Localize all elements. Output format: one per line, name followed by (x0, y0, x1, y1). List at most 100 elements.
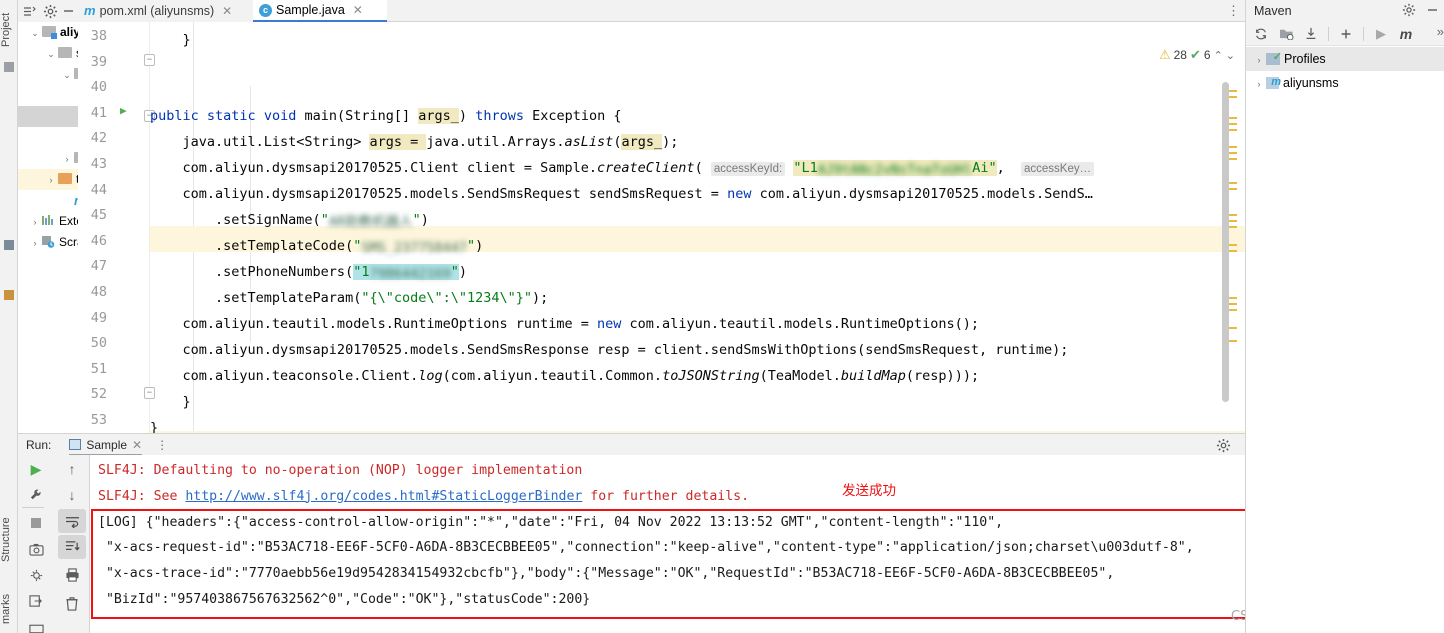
console-error-text: SLF4J: Defaulting to no-operation (NOP) … (98, 463, 583, 478)
project-strip-icon (4, 62, 14, 72)
warning-count: 28 (1173, 48, 1187, 62)
editor-tab-sample[interactable]: c Sample.java ✕ (253, 0, 387, 22)
print-button[interactable] (58, 563, 86, 587)
chevron-up-icon[interactable]: ⌃ (1214, 49, 1223, 62)
console-line-5: "x-acs-trace-id":"7770aebb56e19d95428341… (98, 561, 1114, 587)
scratches-icon (42, 234, 55, 248)
console-output[interactable]: SLF4J: Defaulting to no-operation (NOP) … (90, 455, 1245, 633)
gear-icon[interactable] (1216, 438, 1231, 456)
run-toolbar-right[interactable]: ↑ ↓ (54, 455, 90, 633)
chevron-right-icon[interactable]: › (44, 170, 58, 191)
gear-icon[interactable] (42, 3, 58, 19)
code-editor[interactable]: 38 39 40 41 42 43 44 45 46 47 48 49 50 51 52 53 ▶ − − −… (78, 22, 1245, 433)
editor-tab-pom[interactable]: m pom.xml (aliyunsms) ✕ (78, 0, 253, 22)
tool-window-button-structure[interactable]: Structure (0, 505, 18, 575)
editor-tab-label: Sample.java (276, 3, 345, 17)
run-configuration-icon (69, 439, 82, 450)
folder-icon (58, 47, 72, 58)
close-icon[interactable]: ✕ (222, 0, 232, 22)
scroll-up-button[interactable]: ↑ (58, 457, 86, 481)
chevron-down-icon[interactable]: ⌄ (44, 44, 58, 65)
add-maven-project-button[interactable] (1335, 24, 1357, 44)
maven-tree-item-aliyunsms[interactable]: › aliyunsms (1246, 70, 1444, 96)
green-check-icon: ✔ (1189, 47, 1201, 62)
line-number-44: 44 (90, 181, 107, 198)
close-icon[interactable]: ✕ (353, 0, 363, 21)
gear-icon[interactable] (1402, 3, 1416, 20)
run-tab-sample[interactable]: Sample ✕ (69, 434, 143, 456)
chevron-down-icon[interactable]: ⌄ (1226, 49, 1235, 62)
console-line-3: [LOG] {"headers":{"access-control-allow-… (98, 510, 1003, 536)
line-number-42: 42 (90, 130, 107, 147)
console-line-2[interactable]: SLF4J: See http://www.slf4j.org/codes.ht… (98, 484, 749, 510)
reload-project-button[interactable] (1250, 24, 1272, 44)
line-number-45: 45 (90, 207, 107, 224)
download-sources-button[interactable] (1300, 24, 1322, 44)
line-number-48: 48 (90, 284, 107, 300)
code-line-48: com.aliyun.teautil.models.RuntimeOptions… (150, 316, 980, 332)
external-libraries-icon (42, 212, 55, 225)
editor-vertical-scrollbar[interactable] (1222, 82, 1229, 402)
scroll-down-button[interactable]: ↓ (58, 483, 86, 507)
console-log-text: [LOG] {"headers":{"access-control-allow-… (98, 514, 1004, 530)
maven-tree[interactable]: › Profiles › aliyunsms (1246, 45, 1444, 96)
code-line-43: com.aliyun.dysmsapi20170525.models.SendS… (150, 186, 1093, 202)
stop-button[interactable] (22, 511, 50, 535)
editor-tab-bar[interactable]: m pom.xml (aliyunsms) ✕ c Sample.java ✕ … (78, 0, 1245, 22)
warning-triangle-icon: ⚠ (1158, 47, 1171, 62)
code-line-50: com.aliyun.teaconsole.Client.log(com.ali… (150, 368, 980, 384)
maven-panel-header: Maven (1246, 0, 1444, 22)
chevron-right-icon[interactable]: › (60, 149, 74, 170)
generate-sources-button[interactable] (1275, 24, 1297, 44)
minimize-icon[interactable] (62, 4, 75, 17)
code-text-area[interactable]: } public static void main(String[] args_… (150, 22, 1245, 433)
tool-window-button-bookmarks[interactable]: marks (0, 585, 18, 633)
maven-file-icon: m (84, 3, 96, 18)
soft-wrap-button[interactable] (58, 509, 86, 533)
line-number-50: 50 (90, 335, 107, 352)
minimize-icon[interactable] (1426, 3, 1439, 20)
chevron-down-icon[interactable]: ⌄ (28, 23, 42, 44)
chevron-down-icon[interactable]: ⌄ (60, 65, 74, 86)
slf4j-doc-link[interactable]: http://www.slf4j.org/codes.html#StaticLo… (185, 489, 582, 504)
chevron-right-icon[interactable]: › (1252, 72, 1266, 96)
scroll-to-end-button[interactable] (58, 535, 86, 559)
collapse-all-icon[interactable] (22, 4, 36, 18)
code-line-47: .setTemplateParam("{\"code\":\"1234\"}")… (150, 290, 549, 306)
clear-all-button[interactable] (58, 591, 86, 615)
run-toolbar-left[interactable]: ▶ (18, 455, 54, 633)
module-folder-icon (42, 26, 57, 39)
code-line-40: public static void main(String[] args_) … (150, 108, 622, 124)
ok-count: 6 (1203, 48, 1211, 62)
run-gutter-icon[interactable]: ▶ (120, 104, 127, 117)
strip-icon-3 (4, 290, 14, 300)
more-button[interactable] (22, 617, 50, 633)
thread-dump-button[interactable] (22, 563, 50, 587)
editor-gutter[interactable]: 38 39 40 41 42 43 44 45 46 47 48 49 50 51 52 53 ▶ − − − (78, 22, 155, 433)
more-vertical-icon[interactable]: ⋮ (156, 438, 169, 452)
chevron-right-icon[interactable]: › (28, 233, 42, 254)
execute-maven-goal-button[interactable]: m (1395, 24, 1417, 44)
chevron-right-icon[interactable]: › (1252, 48, 1266, 72)
close-icon[interactable]: ✕ (132, 438, 142, 452)
line-number-47: 47 (90, 258, 107, 275)
left-tool-strip: Project Structure marks (0, 0, 18, 633)
rerun-button[interactable]: ▶ (22, 457, 50, 481)
strip-icon-2 (4, 240, 14, 250)
line-number-46: 46 (90, 232, 107, 249)
code-line-38: } (150, 32, 191, 48)
tool-window-button-project[interactable]: Project (0, 2, 18, 58)
screenshot-button[interactable] (22, 537, 50, 561)
chevron-right-icon[interactable]: › (28, 212, 42, 233)
maven-toolbar[interactable]: ▶ m » (1246, 22, 1444, 46)
more-vertical-icon[interactable]: ⋮ (1227, 3, 1241, 19)
line-number-49: 49 (90, 309, 107, 326)
run-tab-label: Sample (86, 437, 128, 452)
run-maven-build-button[interactable]: ▶ (1370, 24, 1392, 44)
maven-tool-window: Maven ▶ m » ›✓ Profiles ›m aliyunsms (1245, 0, 1444, 633)
maven-tree-item-profiles[interactable]: › Profiles (1246, 45, 1444, 72)
export-button[interactable] (22, 589, 50, 613)
configure-button[interactable] (22, 483, 50, 507)
overflow-button[interactable]: » (1437, 24, 1444, 39)
inspection-widget[interactable]: ⚠ 28 ✔ 6 ⌃ ⌄ (1156, 46, 1237, 64)
